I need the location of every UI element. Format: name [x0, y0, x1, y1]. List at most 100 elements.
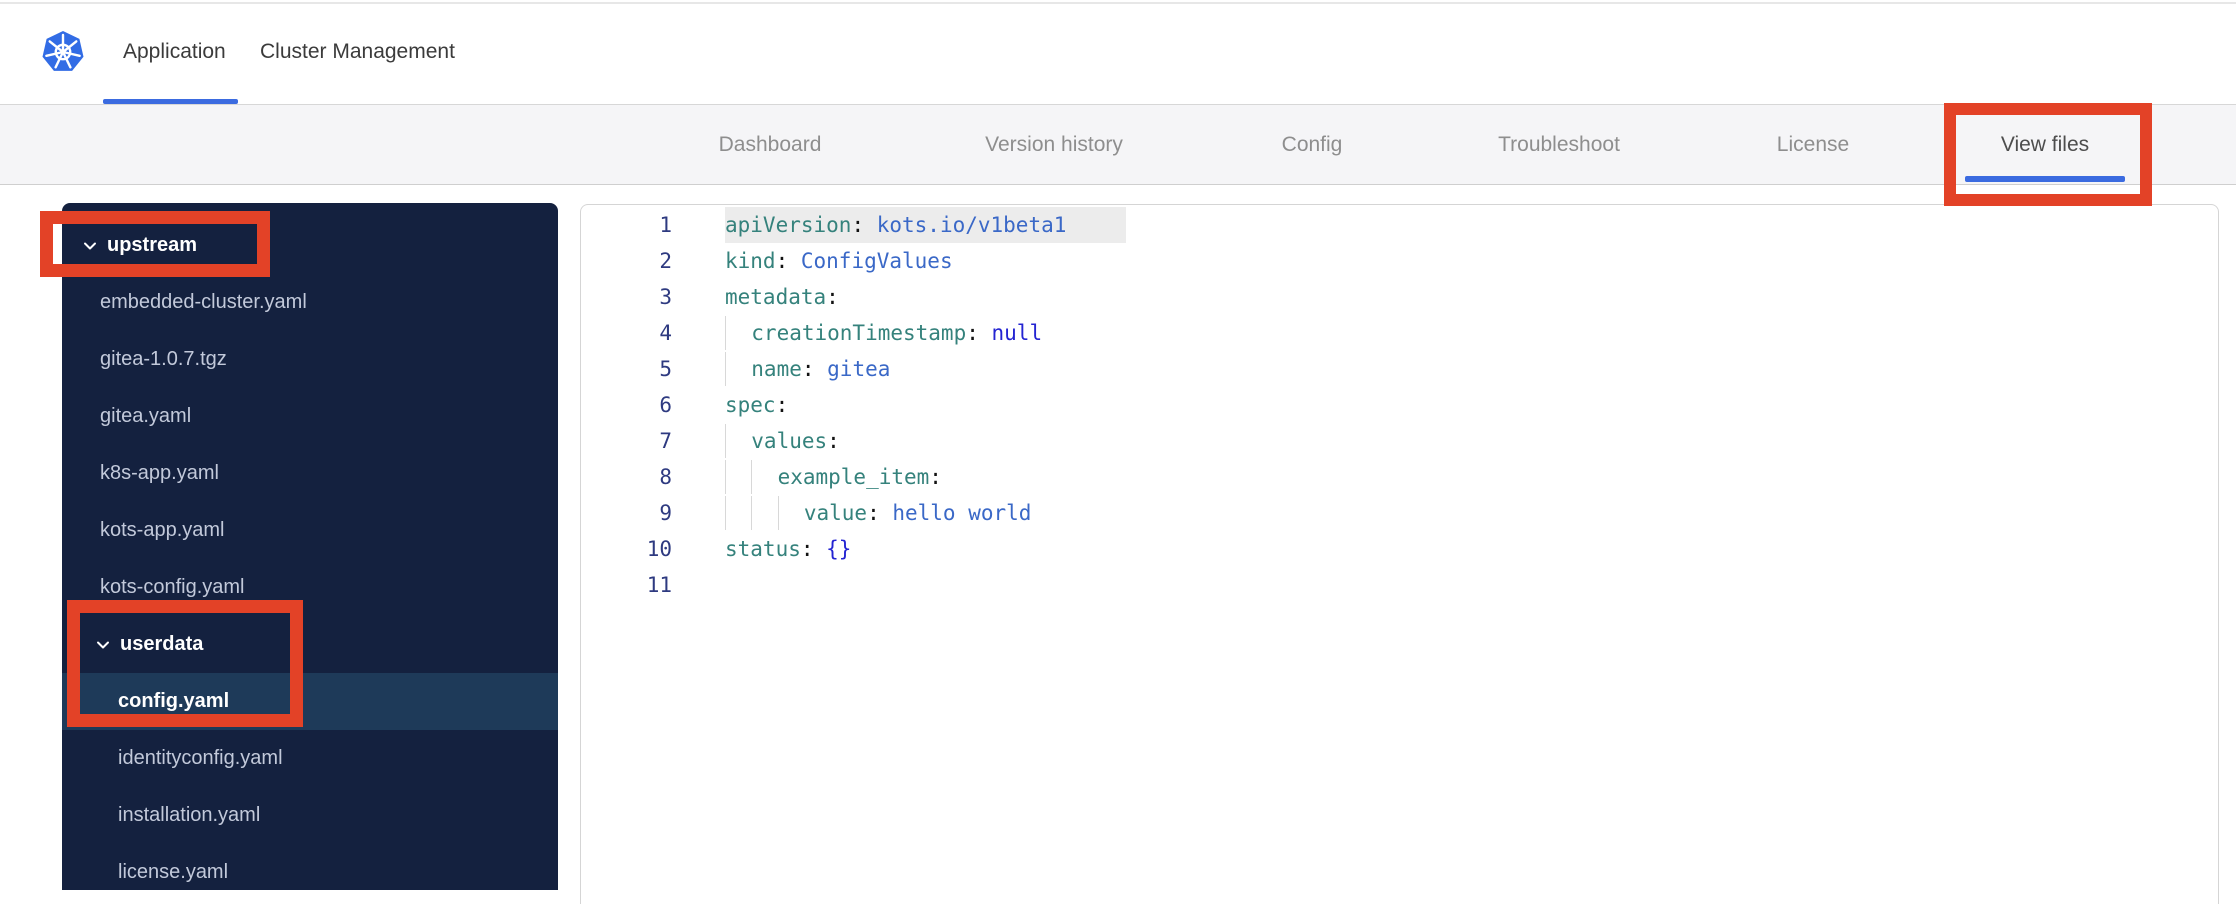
app-subnav: Dashboard Version history Config Troublesho…	[0, 105, 2236, 185]
code-line-11: 11	[581, 567, 2218, 603]
tree-folder-upstream[interactable]: upstream	[62, 217, 558, 274]
tree-item-label: userdata	[120, 633, 204, 655]
token-value: gitea	[827, 357, 891, 381]
code-editor[interactable]: 1 apiVersion: kots.io/v1beta1 2 kind: Confi…	[580, 204, 2219, 904]
token-value: ConfigValues	[800, 249, 953, 273]
code-line-6: 6 spec:	[581, 387, 2218, 423]
code-line-10: 10 status: {}	[581, 531, 2218, 567]
tree-item-label: kots-config.yaml	[100, 576, 245, 598]
subnav-tab-config[interactable]: Config	[1282, 105, 1343, 184]
line-number: 1	[659, 213, 672, 237]
token-key: value	[803, 501, 868, 525]
token-key: status	[725, 537, 801, 561]
kubernetes-logo-icon	[40, 29, 86, 75]
token-punct: :	[826, 285, 839, 309]
subnav-tab-dashboard[interactable]: Dashboard	[719, 105, 822, 184]
line-number: 3	[659, 285, 672, 309]
line-number: 10	[646, 537, 672, 561]
token-key: example_item	[777, 465, 930, 489]
code-line-content: creationTimestamp: null	[725, 315, 1042, 351]
indent-guide	[751, 496, 777, 530]
tab-cluster-management[interactable]: Cluster Management	[260, 0, 455, 104]
tree-file-k8s-app-yaml[interactable]: k8s-app.yaml	[62, 445, 558, 502]
token-punct: :	[827, 429, 840, 453]
line-number: 9	[659, 501, 672, 525]
subnav-tab-view-files[interactable]: View files	[2001, 105, 2089, 184]
token-punct: :	[801, 357, 828, 381]
line-number: 8	[659, 465, 672, 489]
code-line-9: 9 value: hello world	[581, 495, 2218, 531]
chevron-down-icon	[84, 242, 96, 249]
token-constant: null	[991, 321, 1043, 345]
token-value: kots.io/v1beta1	[876, 213, 1067, 237]
token-punct: :	[867, 501, 893, 525]
code-line-content: status: {}	[725, 531, 851, 567]
line-number: 7	[659, 429, 672, 453]
token-key: metadata	[725, 285, 827, 309]
tree-file-gitea-1-0-7-tgz[interactable]: gitea-1.0.7.tgz	[62, 331, 558, 388]
tree-file-kots-config-yaml[interactable]: kots-config.yaml	[62, 559, 558, 616]
line-number: 4	[659, 321, 672, 345]
indent-guide	[725, 460, 751, 494]
line-number: 11	[646, 573, 672, 597]
tree-item-label: k8s-app.yaml	[100, 462, 219, 484]
indent-guide	[725, 352, 751, 386]
file-tree-sidebar: upstream embedded-cluster.yaml gitea-1.0.7…	[62, 203, 558, 890]
chevron-down-icon	[97, 641, 109, 648]
token-punct: :	[775, 393, 789, 417]
tree-file-installation-yaml[interactable]: installation.yaml	[62, 787, 558, 844]
subnav-tab-version-history[interactable]: Version history	[985, 105, 1123, 184]
tree-item-label: gitea.yaml	[100, 405, 192, 427]
token-constant: {}	[826, 537, 852, 561]
code-line-4: 4 creationTimestamp: null	[581, 315, 2218, 351]
code-line-1: 1 apiVersion: kots.io/v1beta1	[581, 207, 2218, 243]
tree-file-license-yaml[interactable]: license.yaml	[62, 844, 558, 901]
tree-item-label: license.yaml	[118, 861, 229, 883]
tree-folder-userdata[interactable]: userdata	[62, 616, 558, 673]
token-punct: :	[851, 213, 877, 237]
code-line-content: metadata:	[725, 279, 839, 315]
token-key: apiVersion	[725, 213, 852, 237]
indent-guide	[725, 424, 751, 458]
tree-file-config-yaml[interactable]: config.yaml	[62, 673, 558, 730]
token-punct: :	[966, 321, 992, 345]
subnav-tab-license[interactable]: License	[1777, 105, 1849, 184]
token-key: creationTimestamp	[751, 321, 967, 345]
token-key: spec	[725, 393, 776, 417]
tree-item-label: config.yaml	[118, 690, 230, 712]
indent-guide	[725, 316, 751, 350]
app-header: Application Cluster Management	[0, 0, 2236, 105]
tree-item-label: upstream	[107, 234, 198, 256]
tree-file-kots-app-yaml[interactable]: kots-app.yaml	[62, 502, 558, 559]
tree-item-label: embedded-cluster.yaml	[100, 291, 307, 313]
token-key: values	[751, 429, 828, 453]
tree-item-label: installation.yaml	[118, 804, 261, 826]
tree-file-identityconfig-yaml[interactable]: identityconfig.yaml	[62, 730, 558, 787]
line-number: 5	[659, 357, 672, 381]
tree-item-label: kots-app.yaml	[100, 519, 225, 541]
code-line-content: name: gitea	[725, 351, 890, 387]
code-line-3: 3 metadata:	[581, 279, 2218, 315]
tab-application[interactable]: Application	[123, 0, 226, 104]
active-tab-underline	[103, 99, 238, 104]
subnav-tab-troubleshoot[interactable]: Troubleshoot	[1498, 105, 1620, 184]
line-number: 6	[659, 393, 672, 417]
token-punct: :	[929, 465, 942, 489]
code-line-5: 5 name: gitea	[581, 351, 2218, 387]
token-key: name	[751, 357, 802, 381]
code-line-7: 7 values:	[581, 423, 2218, 459]
token-value: hello world	[892, 501, 1032, 525]
indent-guide	[751, 460, 777, 494]
token-key: kind	[725, 249, 776, 273]
indent-guide	[777, 496, 804, 530]
code-line-content: apiVersion: kots.io/v1beta1	[725, 207, 1127, 243]
tree-file-embedded-cluster-yaml[interactable]: embedded-cluster.yaml	[62, 274, 558, 331]
token-punct: :	[775, 249, 801, 273]
tree-item-label: gitea-1.0.7.tgz	[100, 348, 227, 370]
code-line-content: kind: ConfigValues	[725, 243, 953, 279]
code-line-content: value: hello world	[725, 495, 1031, 531]
indent-guide	[725, 496, 751, 530]
code-line-content: spec:	[725, 387, 788, 423]
tree-file-gitea-yaml[interactable]: gitea.yaml	[62, 388, 558, 445]
code-line-content: example_item:	[725, 459, 942, 495]
